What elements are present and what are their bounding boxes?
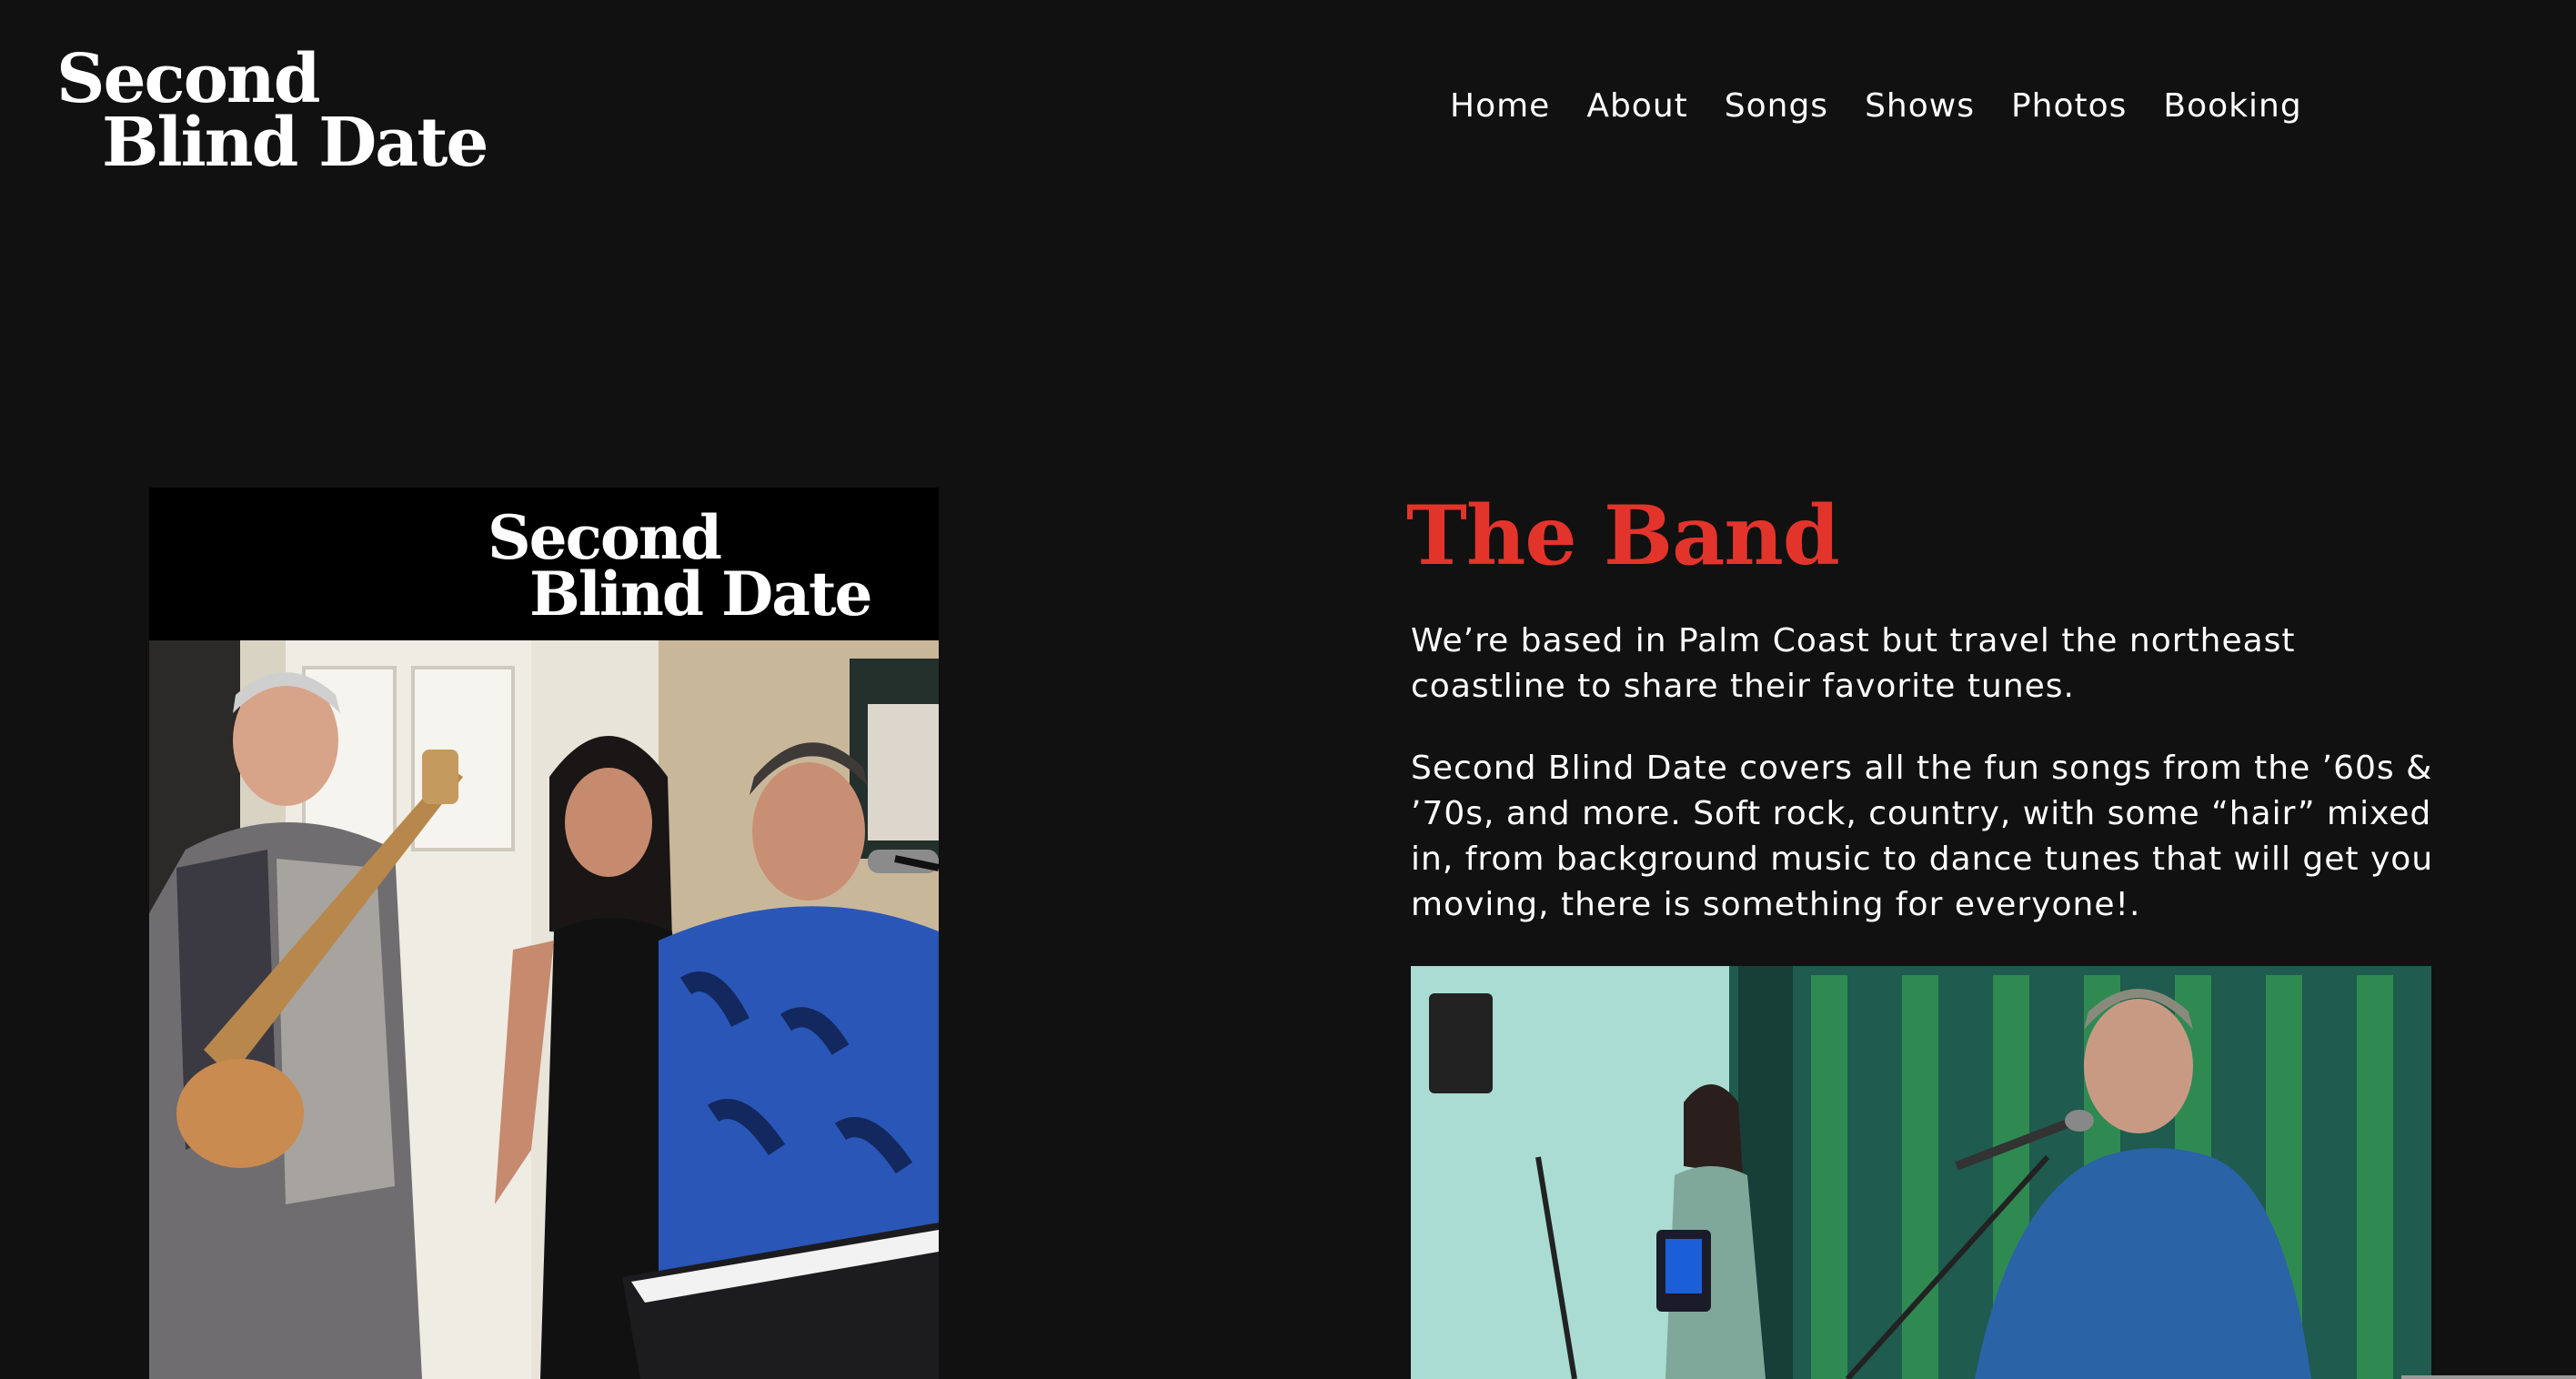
nav-photos[interactable]: Photos [2011, 84, 2127, 129]
nav-songs[interactable]: Songs [1725, 84, 1828, 129]
site-logo[interactable]: Second Blind Date [55, 40, 488, 186]
intro-paragraph: We’re based in Palm Coast but travel the… [1411, 622, 2296, 705]
description-paragraph: Second Blind Date covers all the fun son… [1411, 750, 2434, 923]
photo-logo-line-2: Blind Date [529, 559, 873, 629]
nav-shows[interactable]: Shows [1865, 84, 1975, 129]
band-photo-banner: Second Blind Date [149, 488, 939, 640]
main-nav: Home About Songs Shows Photos Booking [1450, 84, 2339, 129]
band-photo-scene [149, 640, 939, 1379]
nav-about[interactable]: About [1586, 84, 1687, 129]
band-photo: Second Blind Date [149, 488, 939, 1379]
logo-line-2: Blind Date [102, 104, 488, 182]
section-title: The Band [1406, 488, 1840, 584]
band-photo-logo: Second Blind Date [337, 493, 873, 648]
nav-booking[interactable]: Booking [2163, 84, 2301, 129]
scroll-indicator [2401, 1375, 2576, 1379]
stage-photo [1411, 966, 2431, 1379]
nav-home[interactable]: Home [1450, 84, 1550, 129]
